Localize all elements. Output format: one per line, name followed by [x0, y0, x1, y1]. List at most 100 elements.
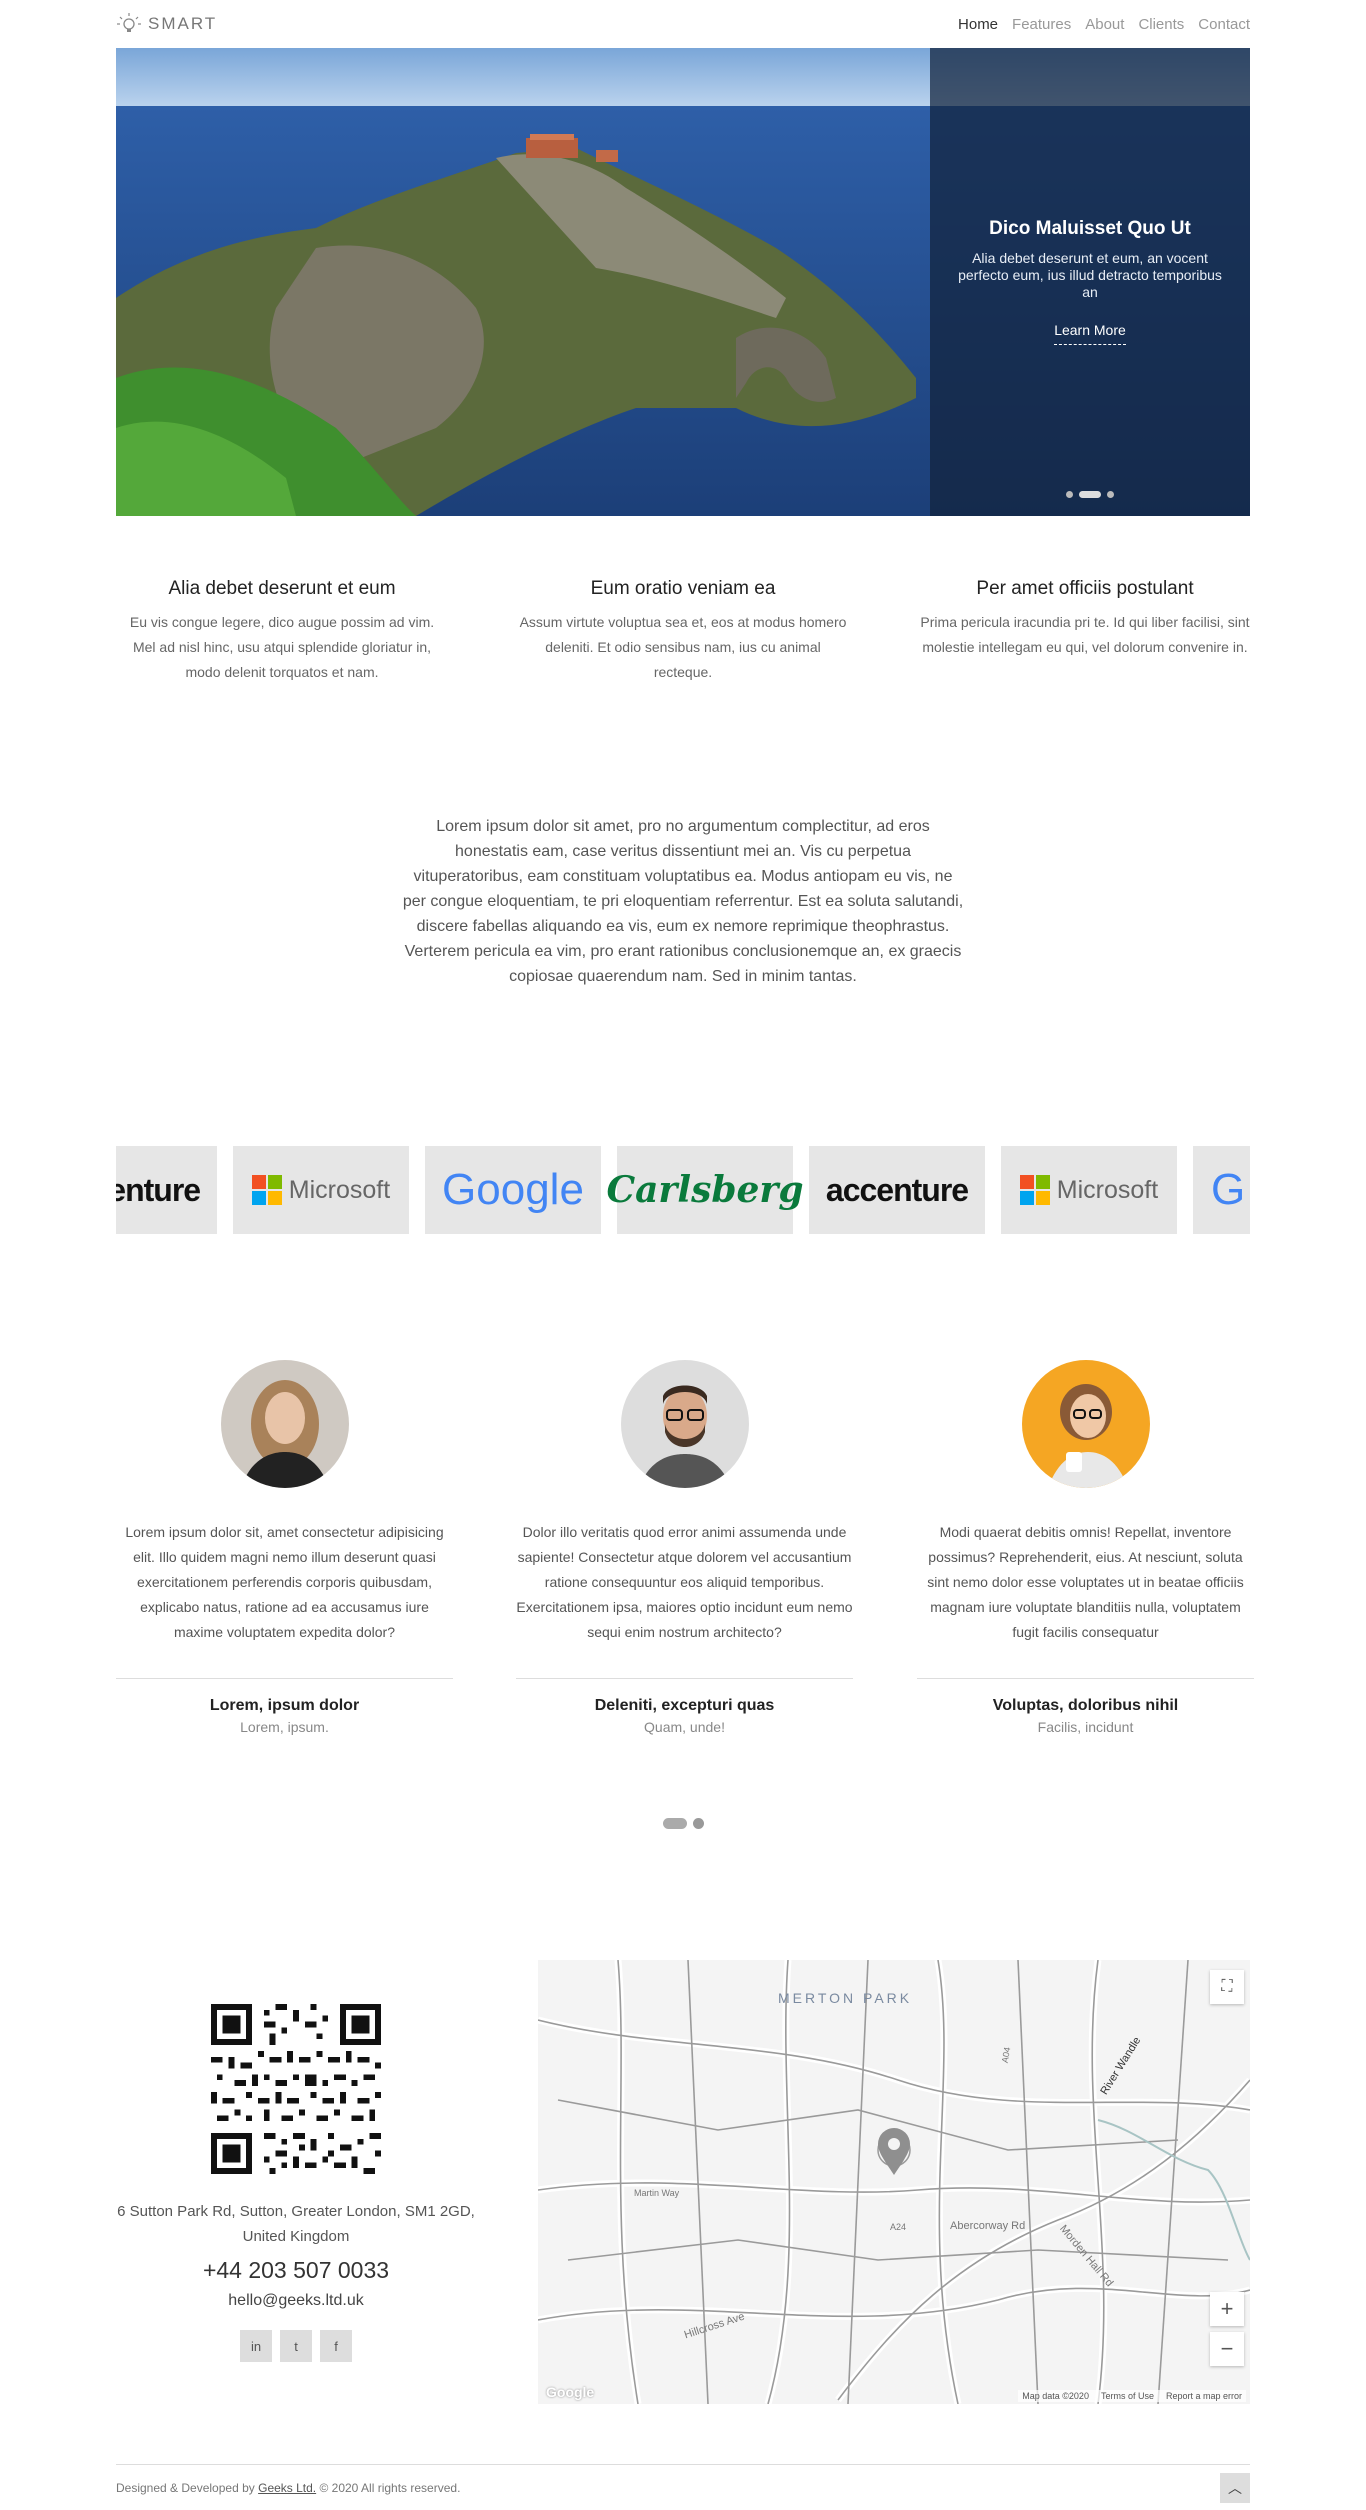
nav-clients[interactable]: Clients	[1138, 16, 1184, 33]
logo[interactable]: SMART	[116, 12, 217, 36]
client-google-2[interactable]: G	[1193, 1146, 1250, 1234]
clients-carousel: accenture Microsoft Google Carlsberg acc…	[116, 1146, 1250, 1234]
terms-link[interactable]: Terms of Use	[1101, 2391, 1154, 2401]
lightbulb-icon	[117, 13, 141, 32]
feature-2: Eum oratio veniam ea Assum virtute volup…	[518, 578, 848, 685]
map-pin-icon	[878, 2128, 910, 2175]
hero-dot-1[interactable]	[1066, 491, 1073, 498]
nav-home[interactable]: Home	[958, 16, 998, 33]
site-footer: Designed & Developed by Geeks Ltd. © 202…	[116, 2464, 1250, 2510]
divider	[917, 1678, 1254, 1679]
testimonial-role: Facilis, incidunt	[1037, 1719, 1134, 1735]
map-embed[interactable]: MERTON PARK River Wandle Martin Way Aber…	[538, 1960, 1250, 2404]
testimonial-name: Voluptas, doloribus nihil	[992, 1697, 1179, 1714]
client-accenture-2[interactable]: accenture	[809, 1146, 985, 1234]
testimonial-text: Dolor illo veritatis quod error animi as…	[516, 1524, 853, 1640]
testimonial-2: Dolor illo veritatis quod error animi as…	[516, 1360, 853, 1735]
map-attribution: Map data ©2020 Terms of Use Report a map…	[1018, 2390, 1246, 2402]
feature-3: Per amet officiis postulant Prima pericu…	[920, 578, 1250, 660]
hero-pagination	[930, 491, 1250, 498]
testimonial-name: Deleniti, excepturi quas	[594, 1697, 775, 1714]
intro-paragraph: Lorem ipsum dolor sit amet, pro no argum…	[402, 818, 964, 985]
zoom-in-button[interactable]: +	[1210, 2292, 1244, 2326]
client-google[interactable]: Google	[425, 1146, 601, 1234]
phone-number[interactable]: +44 203 507 0033	[116, 2257, 476, 2284]
feature-text: Prima pericula iracundia pri te. Id qui …	[920, 614, 1250, 655]
social-links: in t f	[116, 2330, 476, 2362]
learn-more-label: Learn More	[1054, 322, 1126, 345]
logo-text: SMART	[148, 14, 218, 33]
nav-about[interactable]: About	[1085, 16, 1124, 33]
accenture-logo: accenture	[825, 1171, 969, 1208]
google-logo: Google	[442, 1165, 584, 1214]
testimonial-dot-2[interactable]	[692, 1818, 704, 1829]
microsoft-squares-icon	[1019, 1175, 1050, 1205]
feature-1: Alia debet deserunt et eum Eu vis congue…	[117, 578, 447, 685]
map-label-park: MERTON PARK	[778, 1990, 913, 2006]
footer-credits: Designed & Developed by Geeks Ltd. © 202…	[116, 2481, 460, 2495]
microsoft-logo: Microsoft	[1019, 1175, 1158, 1205]
feature-text: Assum virtute voluptua sea et, eos at mo…	[519, 614, 847, 680]
feature-title: Alia debet deserunt et eum	[168, 578, 396, 599]
divider	[516, 1678, 853, 1679]
twitter-icon[interactable]: t	[280, 2330, 312, 2362]
testimonial-name: Lorem, ipsum dolor	[209, 1697, 360, 1714]
avatar	[620, 1360, 749, 1488]
footer-prefix: Designed & Developed by	[116, 2480, 255, 2495]
carlsberg-logo: Carlsberg	[606, 1169, 804, 1211]
feature-title: Eum oratio veniam ea	[590, 578, 776, 599]
testimonial-pagination	[0, 1818, 1366, 1829]
learn-more-button[interactable]: Learn More	[930, 322, 1250, 345]
hero-dot-2-active[interactable]	[1079, 491, 1101, 498]
nav-features[interactable]: Features	[1012, 16, 1071, 33]
fullscreen-button[interactable]: ⛶	[1210, 1970, 1244, 2004]
feature-title: Per amet officiis postulant	[976, 578, 1194, 599]
contact-block: 6 Sutton Park Rd, Sutton, Greater London…	[116, 1960, 476, 2362]
hero-dot-3[interactable]	[1107, 491, 1114, 498]
zoom-out-button[interactable]: −	[1210, 2332, 1244, 2366]
site-header: SMART Home Features About Clients Contac…	[116, 0, 1250, 48]
testimonial-role: Quam, unde!	[644, 1719, 725, 1735]
google-watermark: Google	[546, 2384, 595, 2400]
hero-text: Alia debet deserunt et eum, an vocent pe…	[958, 250, 1222, 300]
linkedin-icon[interactable]: in	[240, 2330, 272, 2362]
feature-text: Eu vis congue legere, dico augue possim …	[129, 614, 435, 680]
testimonial-dot-1-active[interactable]	[662, 1818, 687, 1829]
map-label-road: Abercorway Rd	[950, 2220, 1026, 2232]
divider	[116, 1678, 453, 1679]
client-microsoft-2[interactable]: Microsoft	[1001, 1146, 1177, 1234]
company-link[interactable]: Geeks Ltd.	[258, 2481, 316, 2495]
testimonial-role: Lorem, ipsum.	[240, 1719, 329, 1735]
microsoft-wordmark: Microsoft	[288, 1175, 391, 1204]
microsoft-logo: Microsoft	[251, 1175, 391, 1205]
chevron-up-icon: ︿	[1228, 2479, 1242, 2496]
client-accenture[interactable]: accenture	[116, 1146, 217, 1234]
nav-contact[interactable]: Contact	[1198, 16, 1250, 33]
email-address[interactable]: hello@geeks.ltd.uk	[116, 2292, 476, 2310]
hero-title: Dico Maluisset Quo Ut	[989, 218, 1191, 239]
map-data-label: Map data ©2020	[1022, 2391, 1089, 2401]
main-nav: Home Features About Clients Contact	[958, 16, 1250, 33]
clients-track: accenture Microsoft Google Carlsberg acc…	[116, 1146, 1250, 1234]
testimonial-text: Modi quaerat debitis omnis! Repellat, in…	[927, 1524, 1244, 1640]
microsoft-squares-icon	[251, 1175, 282, 1205]
map-label-road: Martin Way	[634, 2188, 680, 2198]
page: SMART Home Features About Clients Contac…	[0, 0, 1366, 2510]
client-carlsberg[interactable]: Carlsberg	[606, 1146, 804, 1234]
address: 6 Sutton Park Rd, Sutton, Greater London…	[117, 2203, 475, 2245]
testimonial-text: Lorem ipsum dolor sit, amet consectetur …	[125, 1524, 444, 1640]
avatar	[220, 1360, 349, 1488]
google-logo-partial: G	[1211, 1165, 1246, 1214]
report-error-link[interactable]: Report a map error	[1166, 2391, 1242, 2401]
testimonial-3: Modi quaerat debitis omnis! Repellat, in…	[917, 1360, 1254, 1735]
client-microsoft[interactable]: Microsoft	[233, 1146, 409, 1234]
footer-copyright: © 2020 All rights reserved.	[319, 2480, 461, 2495]
qr-code	[211, 2004, 381, 2174]
map-label-road: A24	[890, 2222, 907, 2232]
facebook-icon[interactable]: f	[320, 2330, 352, 2362]
accenture-logo: accenture	[116, 1171, 201, 1208]
hero-caption-panel: Dico Maluisset Quo Ut Alia debet deserun…	[930, 48, 1250, 516]
back-to-top-button[interactable]: ︿	[1220, 2472, 1250, 2503]
map-roads	[538, 1960, 1250, 2404]
testimonial-1: Lorem ipsum dolor sit, amet consectetur …	[116, 1360, 453, 1735]
